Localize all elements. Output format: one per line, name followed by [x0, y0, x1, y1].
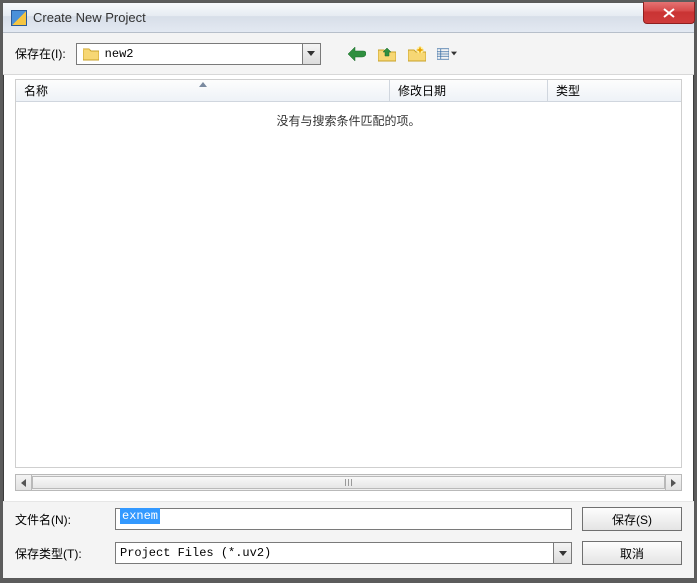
- dialog-window: Create New Project 保存在(I): new2: [2, 2, 695, 579]
- filetype-label: 保存类型(T):: [15, 545, 105, 562]
- file-list: 名称 修改日期 类型 没有与搜索条件匹配的项。: [15, 79, 682, 468]
- scroll-right-button[interactable]: [665, 474, 682, 491]
- save-button[interactable]: 保存(S): [582, 507, 682, 531]
- back-button[interactable]: [347, 44, 367, 64]
- horizontal-scrollbar[interactable]: [15, 474, 682, 491]
- up-one-level-button[interactable]: [377, 44, 397, 64]
- column-type[interactable]: 类型: [548, 80, 681, 101]
- cancel-button-label: 取消: [620, 545, 644, 562]
- column-name-label: 名称: [24, 82, 48, 99]
- save-button-label: 保存(S): [612, 511, 652, 528]
- title-bar: Create New Project: [3, 3, 694, 33]
- folder-name: new2: [105, 47, 134, 61]
- folder-dropdown-button[interactable]: [302, 44, 320, 64]
- bottom-controls: 文件名(N): exnem 保存(S) 保存类型(T): Project Fil…: [3, 501, 694, 578]
- folder-combo[interactable]: new2: [76, 43, 321, 65]
- caret-left-icon: [21, 479, 26, 487]
- folder-up-icon: [378, 46, 396, 62]
- empty-message: 没有与搜索条件匹配的项。: [16, 102, 681, 129]
- filename-value: exnem: [120, 508, 160, 524]
- folder-icon: [83, 47, 99, 61]
- close-icon: [663, 8, 675, 18]
- save-in-label: 保存在(I):: [15, 45, 66, 62]
- filetype-value: Project Files (*.uv2): [120, 546, 271, 560]
- new-folder-icon: [408, 46, 426, 62]
- scroll-thumb[interactable]: [32, 476, 665, 489]
- chevron-down-icon: [559, 551, 567, 556]
- filetype-dropdown-button[interactable]: [553, 543, 571, 563]
- filetype-combo[interactable]: Project Files (*.uv2): [115, 542, 572, 564]
- views-icon: [437, 47, 449, 61]
- column-modified-label: 修改日期: [398, 82, 446, 99]
- chevron-down-icon: [451, 51, 457, 56]
- column-headers: 名称 修改日期 类型: [16, 80, 681, 102]
- scroll-track[interactable]: [32, 474, 665, 491]
- column-name[interactable]: 名称: [16, 80, 390, 101]
- scroll-left-button[interactable]: [15, 474, 32, 491]
- chevron-down-icon: [307, 51, 315, 56]
- sort-ascending-icon: [199, 82, 207, 87]
- window-title: Create New Project: [33, 10, 146, 25]
- column-type-label: 类型: [556, 82, 580, 99]
- close-button[interactable]: [643, 2, 695, 24]
- column-modified[interactable]: 修改日期: [390, 80, 548, 101]
- caret-right-icon: [671, 479, 676, 487]
- new-folder-button[interactable]: [407, 44, 427, 64]
- views-button[interactable]: [437, 44, 457, 64]
- filename-label: 文件名(N):: [15, 511, 105, 528]
- app-icon: [11, 10, 27, 26]
- back-arrow-icon: [348, 47, 366, 61]
- toolbar-icons: [347, 44, 457, 64]
- filename-input[interactable]: exnem: [115, 508, 572, 530]
- file-list-body[interactable]: 没有与搜索条件匹配的项。: [16, 102, 681, 467]
- toolbar: 保存在(I): new2: [3, 33, 694, 75]
- cancel-button[interactable]: 取消: [582, 541, 682, 565]
